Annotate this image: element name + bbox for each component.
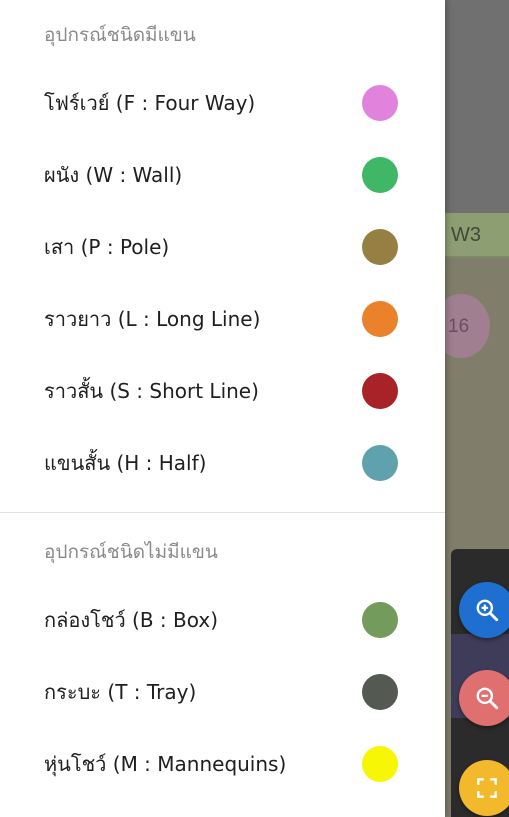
legend-item-label: กระบะ (T : Tray) [44,680,197,704]
zoom-out-icon [476,687,499,710]
color-swatch [362,85,398,121]
color-swatch [362,229,398,265]
legend-item-label: โฟร์เวย์ (F : Four Way) [44,91,256,115]
color-swatch [362,746,398,782]
legend-item-short-line[interactable]: ราวสั้น (S : Short Line) [0,355,445,427]
fullscreen-button[interactable] [459,760,509,816]
color-swatch [362,301,398,337]
legend-item-label: แขนสั้น (H : Half) [44,451,207,475]
zoom-in-icon [476,599,499,622]
color-swatch [362,602,398,638]
color-swatch [362,674,398,710]
section-divider [0,512,445,513]
zoom-out-button[interactable] [459,670,509,726]
legend-item-label: หุ่นโชว์ (M : Mannequins) [44,752,287,776]
color-swatch [362,157,398,193]
legend-item-long-line[interactable]: ราวยาว (L : Long Line) [0,283,445,355]
legend-item-half[interactable]: แขนสั้น (H : Half) [0,427,445,499]
fullscreen-icon [477,778,497,798]
color-swatch [362,445,398,481]
legend-item-label: เสา (P : Pole) [44,235,170,259]
legend-item-label: ราวยาว (L : Long Line) [44,307,261,331]
zoom-in-button[interactable] [459,582,509,638]
legend-drawer: อุปกรณ์ชนิดมีแขน โฟร์เวย์ (F : Four Way)… [0,0,445,817]
background-wall-label: W3 [451,224,481,246]
legend-item-label: ผนัง (W : Wall) [44,163,183,187]
legend-item-label: กล่องโชว์ (B : Box) [44,608,219,632]
legend-item-pole[interactable]: เสา (P : Pole) [0,211,445,283]
legend-item-label: ราวสั้น (S : Short Line) [44,379,259,403]
legend-item-wall[interactable]: ผนัง (W : Wall) [0,139,445,211]
legend-item-box[interactable]: กล่องโชว์ (B : Box) [0,584,445,656]
background-item-number: 16 [448,316,470,337]
color-swatch [362,373,398,409]
legend-item-four-way[interactable]: โฟร์เวย์ (F : Four Way) [0,67,445,139]
legend-item-mannequins[interactable]: หุ่นโชว์ (M : Mannequins) [0,728,445,800]
section-header-with-arm: อุปกรณ์ชนิดมีแขน [44,24,196,46]
legend-item-tray[interactable]: กระบะ (T : Tray) [0,656,445,728]
section-header-without-arm: อุปกรณ์ชนิดไม่มีแขน [44,541,218,563]
